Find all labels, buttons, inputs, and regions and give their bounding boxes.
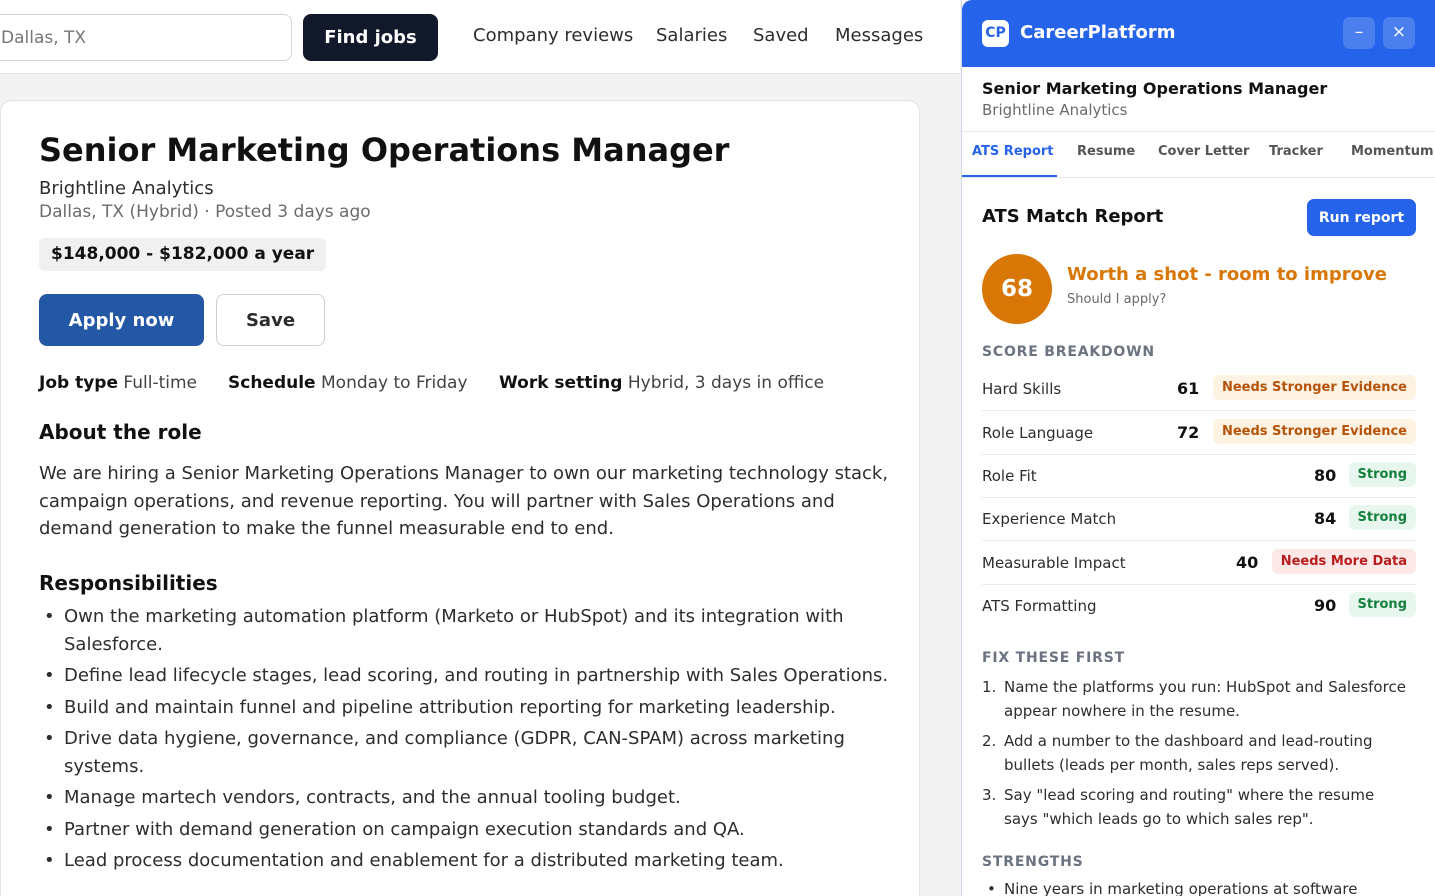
list-item: Drive data hygiene, governance, and comp… bbox=[39, 725, 889, 780]
attr-value: Hybrid, 3 days in office bbox=[627, 373, 825, 393]
report-title: ATS Match Report bbox=[982, 206, 1164, 227]
attr-label: Work setting bbox=[499, 373, 623, 393]
breakdown-name: ATS Formatting bbox=[982, 597, 1097, 615]
breakdown-row: Experience Match 84 Strong bbox=[982, 498, 1416, 541]
brand-logo: CP bbox=[982, 20, 1009, 47]
tab-ats-report[interactable]: ATS Report bbox=[972, 144, 1054, 159]
list-item: Lead process documentation and enablemen… bbox=[39, 847, 889, 875]
nav-salaries[interactable]: Salaries bbox=[656, 25, 727, 46]
attr-value: Full-time bbox=[123, 373, 198, 393]
location-search-input[interactable] bbox=[0, 14, 292, 61]
tab-tracker[interactable]: Tracker bbox=[1269, 144, 1323, 159]
panel-header: CP CareerPlatform – × bbox=[962, 0, 1435, 67]
fix-text: Name the platforms you run: HubSpot and … bbox=[1004, 678, 1406, 720]
status-badge: Strong bbox=[1348, 592, 1416, 617]
nav-company-reviews[interactable]: Company reviews bbox=[473, 25, 633, 46]
status-badge: Needs Stronger Evidence bbox=[1212, 375, 1416, 400]
breakdown-name: Experience Match bbox=[982, 510, 1117, 528]
breakdown-name: Hard Skills bbox=[982, 380, 1062, 398]
attr-label: Job type bbox=[39, 373, 118, 393]
score-breakdown-heading: SCORE BREAKDOWN bbox=[982, 344, 1155, 360]
breakdown-row: Role Language 72 Needs Stronger Evidence bbox=[982, 412, 1416, 455]
schedule-attr: Schedule Monday to Friday bbox=[228, 373, 468, 393]
about-text: We are hiring a Senior Marketing Operati… bbox=[39, 463, 889, 539]
tab-cover-letter[interactable]: Cover Letter bbox=[1158, 144, 1249, 159]
tab-resume[interactable]: Resume bbox=[1077, 144, 1135, 159]
about-heading: About the role bbox=[39, 420, 202, 444]
divider bbox=[962, 177, 1435, 178]
responsibilities-list: Own the marketing automation platform (M… bbox=[39, 603, 889, 879]
tab-momentum[interactable]: Momentum bbox=[1351, 144, 1434, 159]
score-verdict: Worth a shot - room to improve bbox=[1067, 264, 1387, 285]
status-badge: Needs Stronger Evidence bbox=[1212, 419, 1416, 444]
strengths-list: Nine years in marketing operations at so… bbox=[982, 878, 1412, 896]
list-item: 3. Say "lead scoring and routing" where t… bbox=[982, 786, 1375, 828]
list-item: Build and maintain funnel and pipeline a… bbox=[39, 694, 889, 722]
breakdown-row: Measurable Impact 40 Needs More Data bbox=[982, 542, 1416, 585]
attr-value: Monday to Friday bbox=[321, 373, 468, 393]
career-platform-panel: CP CareerPlatform – × Senior Marketing O… bbox=[961, 0, 1435, 896]
breakdown-row: Role Fit 80 Strong bbox=[982, 455, 1416, 498]
list-item: Nine years in marketing operations at so… bbox=[982, 878, 1412, 896]
list-item: Define lead lifecycle stages, lead scori… bbox=[39, 662, 889, 690]
breakdown-name: Measurable Impact bbox=[982, 554, 1126, 572]
breakdown-row: Hard Skills 61 Needs Stronger Evidence bbox=[982, 368, 1416, 411]
status-badge: Needs More Data bbox=[1271, 549, 1416, 574]
run-report-button[interactable]: Run report bbox=[1307, 199, 1416, 236]
fix-text: Add a number to the dashboard and lead-r… bbox=[1004, 732, 1373, 774]
top-nav-bar: Find jobs Company reviews Salaries Saved… bbox=[0, 0, 960, 74]
list-item: 2. Add a number to the dashboard and lead… bbox=[982, 732, 1373, 774]
fix-list: 1. Name the platforms you run: HubSpot an… bbox=[982, 676, 1412, 838]
list-item: Manage martech vendors, contracts, and t… bbox=[39, 784, 889, 812]
responsibilities-heading: Responsibilities bbox=[39, 571, 218, 595]
divider bbox=[962, 131, 1435, 132]
apply-now-button[interactable]: Apply now bbox=[39, 294, 204, 346]
breakdown-name: Role Language bbox=[982, 424, 1094, 442]
list-item: Partner with demand generation on campai… bbox=[39, 816, 889, 844]
nav-saved[interactable]: Saved bbox=[753, 25, 809, 46]
status-badge: Strong bbox=[1348, 462, 1416, 487]
company-name[interactable]: Brightline Analytics bbox=[39, 178, 214, 199]
job-type-attr: Job type Full-time bbox=[39, 373, 197, 393]
minimize-icon[interactable]: – bbox=[1343, 17, 1375, 49]
strengths-heading: STRENGTHS bbox=[982, 854, 1084, 870]
find-jobs-button[interactable]: Find jobs bbox=[303, 14, 438, 61]
panel-company: Brightline Analytics bbox=[982, 101, 1128, 119]
work-setting-attr: Work setting Hybrid, 3 days in office bbox=[499, 373, 824, 393]
attr-label: Schedule bbox=[228, 373, 316, 393]
nav-messages[interactable]: Messages bbox=[835, 25, 923, 46]
save-job-button[interactable]: Save bbox=[216, 294, 325, 346]
fix-text: Say "lead scoring and routing" where the… bbox=[1004, 786, 1375, 828]
list-item: 1. Name the platforms you run: HubSpot an… bbox=[982, 678, 1406, 720]
breakdown-score: 61 bbox=[1177, 379, 1200, 398]
status-badge: Strong bbox=[1348, 505, 1416, 530]
close-icon[interactable]: × bbox=[1383, 17, 1415, 49]
fix-these-first-heading: FIX THESE FIRST bbox=[982, 650, 1125, 666]
list-item: Own the marketing automation platform (M… bbox=[39, 603, 889, 658]
verdict-subtitle: Should I apply? bbox=[1067, 292, 1167, 307]
breakdown-score: 80 bbox=[1314, 466, 1337, 485]
breakdown-score: 84 bbox=[1314, 509, 1337, 528]
panel-job-title: Senior Marketing Operations Manager bbox=[982, 79, 1328, 98]
breakdown-name: Role Fit bbox=[982, 467, 1037, 485]
job-title: Senior Marketing Operations Manager bbox=[39, 131, 730, 169]
breakdown-score: 72 bbox=[1177, 423, 1200, 442]
job-meta: Dallas, TX (Hybrid) · Posted 3 days ago bbox=[39, 202, 371, 222]
salary-badge: $148,000 - $182,000 a year bbox=[39, 238, 327, 271]
overall-score: 68 bbox=[982, 254, 1052, 324]
brand-name: CareerPlatform bbox=[1020, 22, 1176, 43]
breakdown-score: 40 bbox=[1236, 553, 1259, 572]
breakdown-row: ATS Formatting 90 Strong bbox=[982, 585, 1416, 628]
breakdown-score: 90 bbox=[1314, 596, 1337, 615]
